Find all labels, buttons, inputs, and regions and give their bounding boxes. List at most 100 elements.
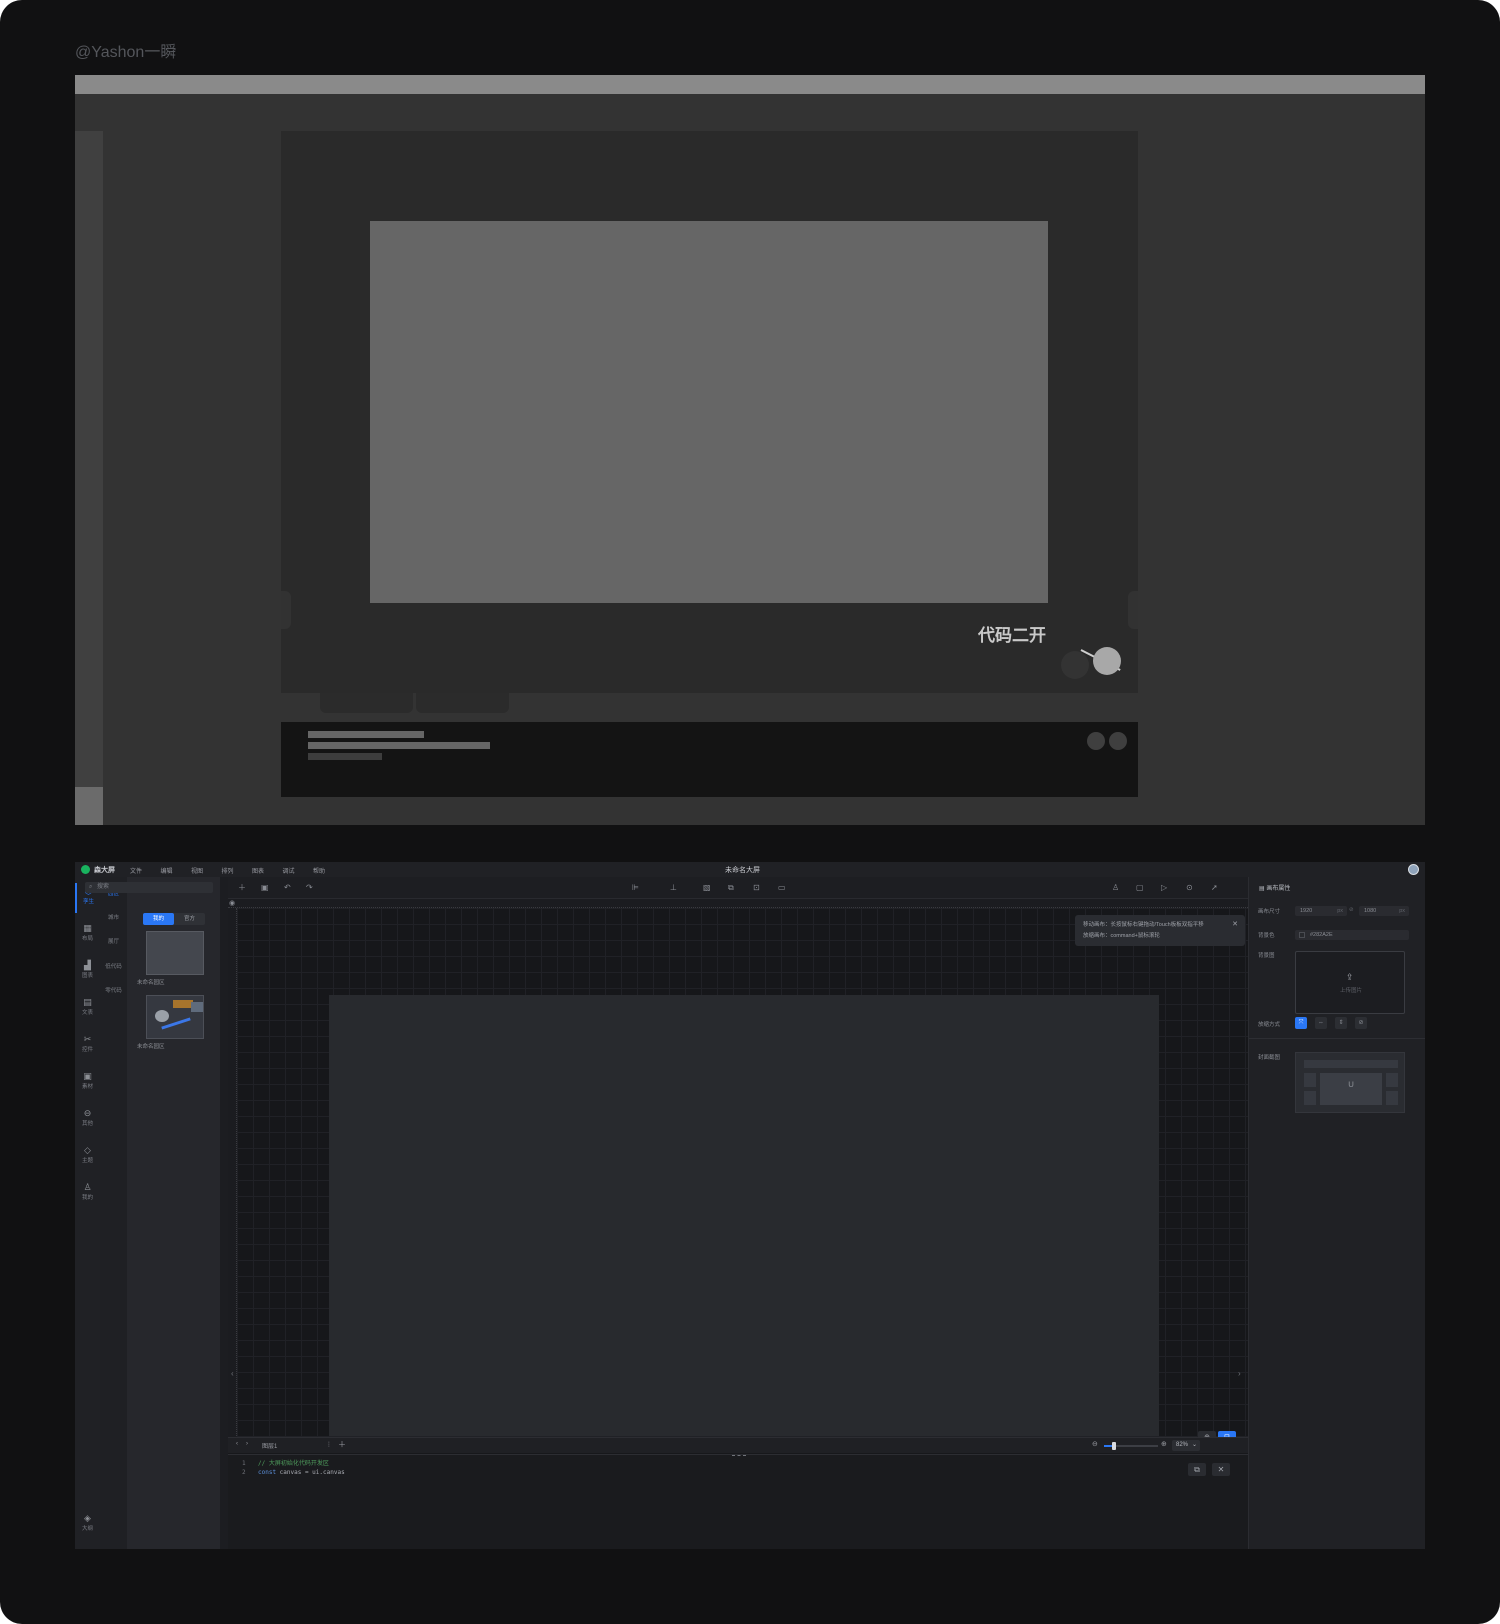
person-icon[interactable]: ♙ [1112, 883, 1119, 893]
redo-icon[interactable]: ↷ [306, 883, 313, 893]
group-icon[interactable]: ▧ [703, 883, 711, 893]
menu-file[interactable]: 文件 [130, 866, 161, 875]
hint-line-zoom: 放缩画布：command+鼠标滚轮 [1083, 933, 1160, 939]
bg-image-upload[interactable]: ⇪ 上传图片 [1295, 951, 1405, 1014]
search-icon: ⌕ [89, 884, 93, 890]
widget-icon: ✂ [83, 1034, 92, 1044]
segment-official[interactable]: 官方 [174, 913, 205, 925]
menu-help[interactable]: 帮助 [313, 866, 344, 875]
horizontal-ruler [228, 899, 1248, 908]
link-icon[interactable]: ⊘ [1349, 907, 1354, 913]
rail-item-chart[interactable]: ▟ 图表 [75, 957, 100, 987]
help-icon[interactable]: ⊙ [1186, 883, 1193, 893]
eye-icon[interactable]: ◉ [229, 899, 235, 907]
color-swatch [1299, 932, 1305, 938]
fill-mode-fit-width[interactable]: ⇔ [1315, 1017, 1327, 1029]
user-avatar[interactable] [1408, 864, 1419, 875]
menubar: 森大屏 文件 编辑 视图 排列 图表 调试 帮助 未命名大屏 [75, 862, 1425, 877]
asset-source-toggle: 我的 官方 [143, 913, 205, 925]
close-panel-icon[interactable]: ✕ [1212, 1463, 1230, 1476]
delete-icon[interactable]: ▭ [778, 883, 786, 893]
wireframe-code-line [308, 731, 424, 738]
rail-item-outline[interactable]: ◈ 大纲 [75, 1510, 100, 1540]
menu-chart[interactable]: 图表 [252, 866, 283, 875]
play-icon[interactable]: ▷ [1161, 883, 1167, 893]
cover-screenshot[interactable]: ᑌ [1295, 1052, 1405, 1113]
fill-mode-stretch[interactable]: ⤧ [1295, 1017, 1307, 1029]
wireframe-page-tab [320, 693, 413, 713]
rail-item-text-table[interactable]: ▤ 文表 [75, 994, 100, 1024]
next-page-icon[interactable]: › [246, 1441, 248, 1447]
twin-subcategory-nav: 园区 城市 展厅 低代码 零代码 [100, 877, 127, 1549]
rail-item-media[interactable]: ▣ 素材 [75, 1068, 100, 1098]
media-icon: ▣ [83, 1071, 92, 1081]
zoom-in-icon[interactable]: ⊕ [1161, 1440, 1167, 1448]
page-tab[interactable]: 图层1 [262, 1441, 277, 1450]
code-editor-panel[interactable]: 1// 大屏初始化代码开发区 2 const canvas = ui.canvas… [228, 1454, 1248, 1549]
add-page-icon[interactable]: ＋ [338, 1439, 346, 1450]
zoom-slider[interactable] [1104, 1442, 1158, 1450]
save-icon[interactable]: ▣ [261, 883, 269, 893]
rail-item-mine[interactable]: ♙ 我的 [75, 1179, 100, 1209]
chevron-left-icon[interactable]: ‹ [231, 1369, 234, 1378]
menu-debug[interactable]: 调试 [283, 866, 314, 875]
wireframe-panel-button [1109, 732, 1127, 750]
fill-mode-none[interactable]: ⊘ [1355, 1017, 1367, 1029]
editor-window: 森大屏 文件 编辑 视图 排列 图表 调试 帮助 未命名大屏 ⬡ 孪生 ▦ 布局 [75, 862, 1425, 1549]
artboard[interactable] [329, 995, 1159, 1436]
align-icon[interactable]: ⊫ [632, 883, 639, 893]
chevron-down-icon: ⌄ [1191, 1442, 1197, 1448]
asset-thumbnail[interactable] [146, 931, 204, 975]
brand-mark-icon: ᑌ [1348, 1080, 1354, 1089]
rail-item-layout[interactable]: ▦ 布局 [75, 920, 100, 950]
subnav-zero-code[interactable]: 零代码 [100, 986, 127, 994]
upload-icon: ⇪ [1346, 972, 1354, 982]
canvas-width-input[interactable]: 1920 px [1295, 906, 1347, 916]
wireframe-left-handle [281, 591, 291, 629]
menu-edit[interactable]: 编辑 [161, 866, 192, 875]
asset-panel: 搜索 ⌕ 我的 官方 未命名园区 未命名园区 [85, 877, 220, 1549]
subnav-showroom[interactable]: 展厅 [100, 937, 127, 945]
resize-grip[interactable] [732, 1455, 746, 1457]
bg-color-label: 背景色 [1258, 933, 1275, 939]
theme-icon: ◇ [84, 1145, 91, 1155]
other-icon: ⊖ [83, 1108, 92, 1118]
prev-page-icon[interactable]: ‹ [236, 1441, 238, 1447]
wireframe-artboard [370, 221, 1048, 603]
rail-item-widget[interactable]: ✂ 控件 [75, 1031, 100, 1061]
layer-icon[interactable]: ⧉ [728, 883, 734, 893]
subnav-city[interactable]: 城市 [100, 913, 127, 921]
wireframe-code-panel [281, 722, 1138, 797]
cover-label: 封面截图 [1258, 1055, 1281, 1061]
user-icon: ♙ [83, 1182, 92, 1192]
menu-view[interactable]: 视图 [191, 866, 222, 875]
undo-icon[interactable]: ↶ [284, 883, 291, 893]
preview-image-icon[interactable]: ▢ [1136, 883, 1144, 893]
wireframe-code-line [308, 742, 490, 749]
segment-mine[interactable]: 我的 [143, 913, 174, 925]
close-icon[interactable]: ✕ [1232, 920, 1238, 928]
canvas-hint-toast: 移动画布：长按鼠标右键拖动/Touch板板双指平移 放缩画布：command+鼠… [1075, 915, 1245, 946]
chevron-right-icon[interactable]: › [1238, 1369, 1241, 1378]
publish-icon[interactable]: ➚ [1211, 883, 1218, 893]
subnav-low-code[interactable]: 低代码 [100, 962, 127, 970]
wireframe-left-rail [75, 131, 103, 825]
more-icon[interactable]: ⋮ [326, 1441, 332, 1448]
open-external-icon[interactable]: ⧉ [1188, 1463, 1206, 1476]
wireframe-code-line [308, 753, 382, 760]
add-icon[interactable]: ＋ [238, 883, 246, 893]
asset-thumbnail[interactable] [146, 995, 204, 1039]
zoom-slider-handle[interactable] [1111, 1442, 1116, 1450]
canvas-height-input[interactable]: 1080 px [1359, 906, 1409, 916]
search-input[interactable]: 搜索 [85, 882, 213, 893]
lock-icon[interactable]: ⊡ [753, 883, 760, 893]
rail-item-theme[interactable]: ◇ 主题 [75, 1142, 100, 1172]
menu-arrange[interactable]: 排列 [222, 866, 253, 875]
zoom-select[interactable]: 82% ⌄ [1172, 1440, 1200, 1451]
distribute-icon[interactable]: ⊥ [670, 883, 677, 893]
canvas-size-label: 画布尺寸 [1258, 909, 1281, 915]
rail-item-other[interactable]: ⊖ 其他 [75, 1105, 100, 1135]
fill-mode-fit-height[interactable]: ⇕ [1335, 1017, 1347, 1029]
zoom-out-icon[interactable]: ⊖ [1092, 1440, 1098, 1448]
bg-color-input[interactable]: #282A2E [1295, 930, 1409, 940]
